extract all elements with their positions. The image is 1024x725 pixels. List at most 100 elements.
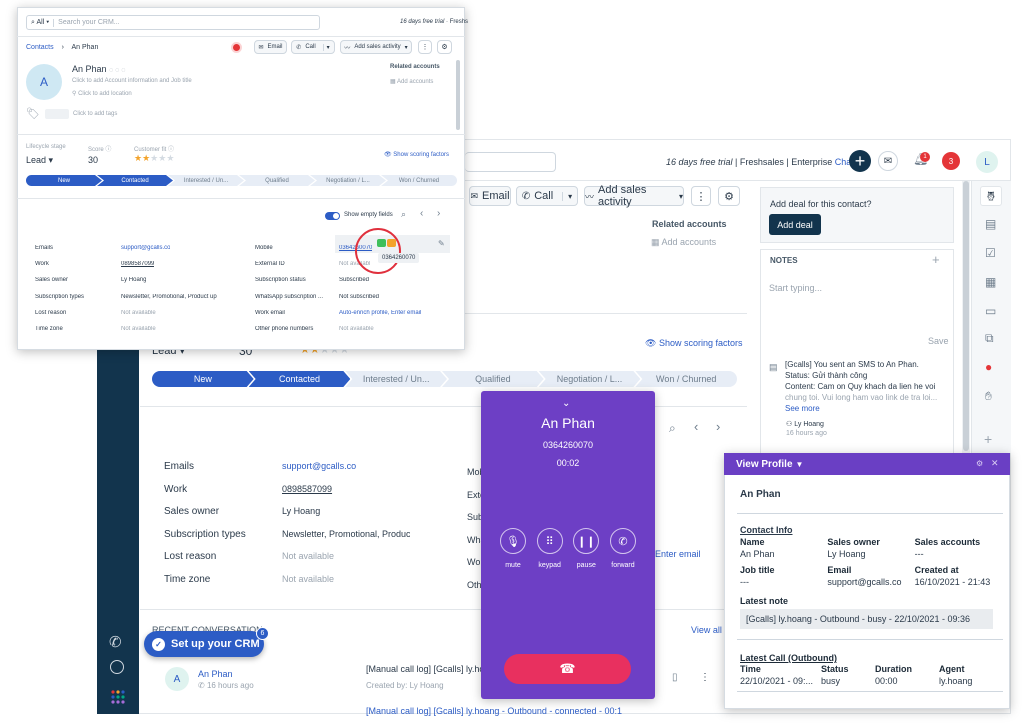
lifecycle-value[interactable]: Lead ▾ xyxy=(26,155,53,166)
stage-negotiation[interactable]: Negotiation / L... xyxy=(539,371,641,387)
stage-negotiation[interactable]: Negotiation / L... xyxy=(310,175,386,186)
front-next-chevron-icon[interactable]: › xyxy=(437,208,440,219)
add-note-plus-icon[interactable]: + xyxy=(932,252,940,267)
rail-hand-icon[interactable]: ✋︎ xyxy=(985,389,992,404)
add-location-link[interactable]: ⚲ Click to add location xyxy=(72,90,132,97)
field-value[interactable]: Not available xyxy=(121,326,156,332)
stage-new[interactable]: New xyxy=(26,175,102,186)
forward-button[interactable]: ✆ forward xyxy=(605,528,641,569)
user-avatar[interactable]: L xyxy=(976,151,998,173)
field-row: External ID Not availabl xyxy=(255,256,455,272)
hang-up-button[interactable]: ☎︎ xyxy=(504,654,631,684)
back-add-activity-button[interactable]: 〰 Add sales activity ▾ xyxy=(584,184,684,208)
field-value[interactable]: Not subscribed xyxy=(339,294,379,300)
customer-fit-label: Customer fit ⓘ xyxy=(134,147,175,153)
rail-document-icon[interactable]: ▤ xyxy=(985,217,996,231)
stage-contacted[interactable]: Contacted xyxy=(97,175,173,186)
quick-add-button[interactable]: + xyxy=(849,150,871,172)
rail-copy-icon[interactable]: ⧉ xyxy=(985,331,994,346)
stage-qualified[interactable]: Qualified xyxy=(239,175,315,186)
back-search-input[interactable] xyxy=(465,152,556,172)
front-add-accounts-link[interactable]: ▦ Add accounts xyxy=(390,78,433,85)
add-account-info-link[interactable]: Click to add Account information and Job… xyxy=(72,78,192,84)
field-value[interactable]: Auto-enrich profile, Enter email xyxy=(339,310,421,316)
profile-close-icon[interactable]: ✕ xyxy=(991,458,999,469)
rail-integration-icon[interactable]: 🦉︎ xyxy=(980,186,1002,206)
front-show-scoring-link[interactable]: 👁︎ Show scoring factors xyxy=(384,151,449,158)
call-controls: 🎙︎ mute ⠿ keypad ❙❙ pause ✆ forward xyxy=(495,528,641,569)
rail-folder-icon[interactable]: ▭ xyxy=(985,304,996,318)
field-value[interactable]: Not available xyxy=(121,310,156,316)
chat-nav-icon[interactable] xyxy=(110,660,124,674)
field-value[interactable]: Newsletter, Promotional, Product up xyxy=(121,294,217,300)
front-call-button[interactable]: ✆ Call ▾ xyxy=(291,40,335,54)
profile-name: An Phan xyxy=(740,489,781,500)
search-scope-dropdown[interactable]: ⌕ All ▾ xyxy=(27,18,55,27)
tags-placeholder[interactable] xyxy=(45,109,69,119)
back-search-icon[interactable]: ⌕ xyxy=(669,421,676,436)
add-tags-link[interactable]: Click to add tags xyxy=(73,111,117,117)
pause-button[interactable]: ❙❙ pause xyxy=(568,528,604,569)
stage-interested[interactable]: Interested / Un... xyxy=(168,175,244,186)
front-settings-gear-icon[interactable]: ⚙ xyxy=(437,40,452,54)
stage-won-churned[interactable]: Won / Churned xyxy=(635,371,738,387)
contact-avatar[interactable]: A xyxy=(26,64,62,100)
see-more-link[interactable]: See more xyxy=(785,404,820,413)
stage-new[interactable]: New xyxy=(152,371,254,387)
scrollbar[interactable] xyxy=(962,181,970,453)
latest-note-title: Latest note xyxy=(740,596,789,606)
copy-icon[interactable]: ▯ xyxy=(672,672,678,683)
field-value[interactable]: support@gcalls.co xyxy=(121,245,170,251)
field-value[interactable]: Not available xyxy=(339,326,374,332)
field-value[interactable]: Ly Hoang xyxy=(121,277,146,283)
front-prev-chevron-icon[interactable]: ‹ xyxy=(420,208,423,219)
setup-crm-button[interactable]: ✓ Set up your CRM xyxy=(144,631,264,657)
back-enter-email-link[interactable]: Enter email xyxy=(655,549,701,559)
stage-won-churned[interactable]: Won / Churned xyxy=(381,175,457,186)
back-prev-chevron-icon[interactable]: ‹ xyxy=(694,419,698,434)
back-next-chevron-icon[interactable]: › xyxy=(716,419,720,434)
stage-contacted[interactable]: Contacted xyxy=(249,371,351,387)
mail-icon[interactable]: ✉ xyxy=(878,151,898,171)
alerts-count-badge[interactable]: 3 xyxy=(942,152,960,170)
view-all-link[interactable]: View all xyxy=(691,625,722,635)
back-call-button[interactable]: ✆ Call ▾ xyxy=(516,186,578,206)
back-show-scoring-link[interactable]: 👁︎ Show scoring factors xyxy=(645,338,743,349)
notes-input[interactable]: Start typing... xyxy=(769,283,822,293)
save-note-button[interactable]: Save xyxy=(928,336,949,346)
collapse-chevron-icon[interactable]: ⌄ xyxy=(562,398,570,409)
front-more-menu-button[interactable]: ⋮ xyxy=(418,40,432,54)
rail-calendar-icon[interactable]: ▦ xyxy=(985,275,996,289)
stage-interested[interactable]: Interested / Un... xyxy=(345,371,447,387)
field-label: External ID xyxy=(255,261,285,268)
apps-grid-icon[interactable] xyxy=(111,690,125,704)
front-search-bar[interactable]: ⌕ All ▾ Search your CRM... xyxy=(26,15,320,30)
view-profile-header[interactable]: View Profile ▼ xyxy=(724,453,1010,475)
stage-qualified[interactable]: Qualified xyxy=(442,371,544,387)
rail-contact-icon[interactable]: ● xyxy=(985,360,992,374)
edit-pencil-icon[interactable]: ✎ xyxy=(438,239,445,248)
integration-status-icon[interactable] xyxy=(231,42,242,53)
phone-nav-icon[interactable]: ✆ xyxy=(109,633,122,651)
conversation-more-icon[interactable]: ⋮ xyxy=(700,672,710,683)
field-value[interactable]: 0898587099 xyxy=(121,261,154,267)
show-empty-fields-toggle[interactable] xyxy=(325,212,340,220)
front-email-button[interactable]: ✉ Email xyxy=(254,40,287,54)
back-settings-gear-icon[interactable]: ⚙ xyxy=(718,186,740,206)
keypad-button[interactable]: ⠿ keypad xyxy=(532,528,568,569)
add-deal-button[interactable]: Add deal xyxy=(769,214,821,235)
back-more-menu-button[interactable]: ⋮ xyxy=(691,186,711,206)
conversation-contact-name[interactable]: An Phan xyxy=(198,669,233,679)
breadcrumb-contacts-link[interactable]: Contacts xyxy=(26,44,54,51)
front-add-activity-button[interactable]: 〰 Add sales activity ▾ xyxy=(340,40,412,54)
rail-task-icon[interactable]: ☑ xyxy=(985,246,996,260)
field-label: Work email xyxy=(255,309,285,316)
field-value[interactable]: Subscribed xyxy=(339,277,369,283)
back-email-button[interactable]: ✉ Email xyxy=(469,186,511,206)
rail-add-icon[interactable]: + xyxy=(984,431,992,447)
front-search-fields-icon[interactable]: ⌕ xyxy=(401,209,406,220)
front-scrollbar[interactable] xyxy=(456,60,460,130)
profile-settings-icon[interactable]: ⚙ xyxy=(976,459,983,468)
back-add-accounts-link[interactable]: ▦ Add accounts xyxy=(651,237,716,248)
mute-button[interactable]: 🎙︎ mute xyxy=(495,528,531,569)
